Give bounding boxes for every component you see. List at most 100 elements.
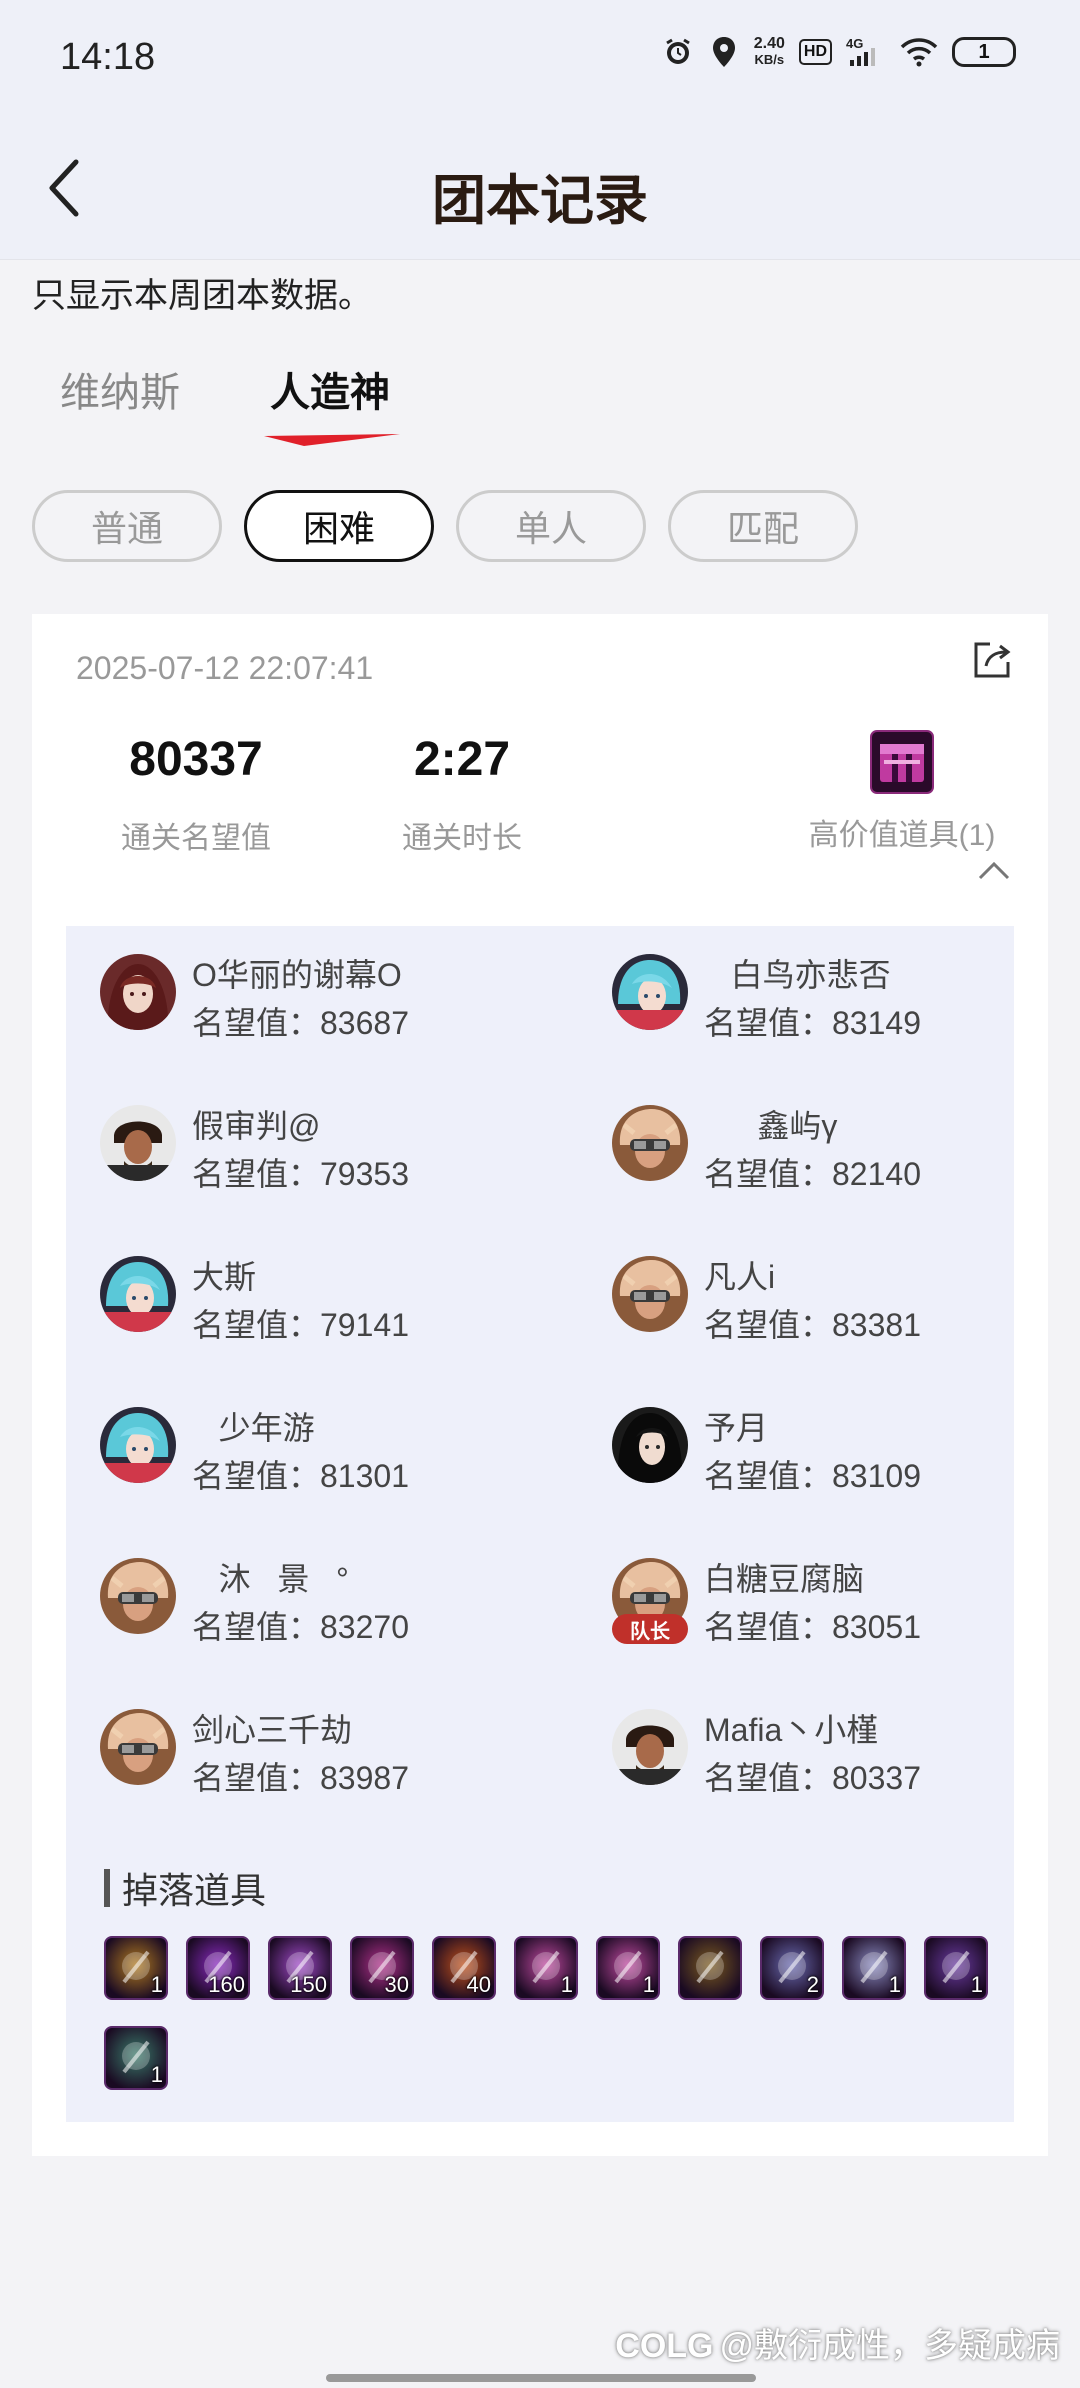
member-item[interactable]: 凡人i 名望值：83381 xyxy=(612,1246,1072,1356)
svg-text:4G: 4G xyxy=(846,36,863,51)
colg-logo: COLG xyxy=(615,2327,714,2365)
member-item[interactable]: 沐 景 ° 名望值：83270 xyxy=(100,1548,560,1658)
green-blade-icon[interactable]: 1 xyxy=(104,2026,168,2090)
member-reputation: 名望值：83149 xyxy=(704,1005,921,1041)
page-title: 团本记录 xyxy=(432,171,648,231)
member-reputation: 名望值：79353 xyxy=(192,1156,409,1192)
drops-section-title: 掉落道具 xyxy=(104,1862,266,1914)
record-datetime: 2025-07-12 22:07:41 xyxy=(76,650,374,686)
member-item[interactable]: O华丽的谢幕O 名望值：83687 xyxy=(100,944,560,1054)
gold-weapon-icon[interactable]: 1 xyxy=(104,1936,168,2000)
member-item[interactable]: 予月 名望值：83109 xyxy=(612,1397,1072,1507)
share-icon[interactable] xyxy=(970,638,1014,682)
team-members-panel: O华丽的谢幕O 名望值：83687 白鸟亦悲否名望值：83149 假审判@ 名望值：7… xyxy=(66,926,1014,2122)
status-bar: 14:18 2.40 KB/s HD 4G 1 xyxy=(0,0,1080,118)
member-reputation: 名望值：79141 xyxy=(192,1307,409,1343)
silver-ring-icon[interactable]: 1 xyxy=(842,1936,906,2000)
drop-count: 1 xyxy=(642,1972,655,1997)
member-reputation: 名望值：81301 xyxy=(192,1458,409,1494)
member-name: 假审判@ xyxy=(192,1108,321,1144)
member-name: Mafia丶小槿 xyxy=(704,1712,879,1748)
location-icon xyxy=(708,36,740,68)
member-reputation: 名望值：83109 xyxy=(704,1458,921,1494)
member-reputation: 名望值：80337 xyxy=(704,1760,921,1796)
member-name: 白鸟亦悲否 xyxy=(704,957,891,993)
member-name: 凡人i xyxy=(704,1259,776,1295)
avatar xyxy=(612,1407,688,1483)
stat-duration: 2:27 通关时长 xyxy=(402,733,522,855)
member-name: 大斯 xyxy=(192,1259,257,1295)
high-value-item-icon xyxy=(870,730,934,794)
collapse-chevron-up-icon[interactable] xyxy=(976,854,1012,890)
hd-icon: HD xyxy=(798,39,832,65)
record-card: 2025-07-12 22:07:41 80337 通关名望值 2:27 通关时… xyxy=(32,614,1048,2156)
member-item[interactable]: 剑心三千劫名望值：83987 xyxy=(100,1699,560,1809)
member-name: 剑心三千劫 xyxy=(192,1712,353,1748)
status-icons: 2.40 KB/s HD 4G 1 xyxy=(662,36,1016,68)
tab-artificial-god[interactable]: 人造神 xyxy=(264,360,400,446)
member-item[interactable]: 白鸟亦悲否名望值：83149 xyxy=(612,944,1072,1054)
tab-underline xyxy=(264,434,400,446)
stat-reputation: 80337 通关名望值 xyxy=(121,733,271,855)
drop-count: 2 xyxy=(806,1972,819,1997)
chip-match[interactable]: 匹配 xyxy=(668,490,858,562)
alarm-icon xyxy=(662,36,694,68)
avatar xyxy=(100,1256,176,1332)
member-reputation: 名望值：82140 xyxy=(704,1156,921,1192)
member-item[interactable]: Mafia丶小槿名望值：80337 xyxy=(612,1699,1072,1809)
member-name: 少年游 xyxy=(192,1410,315,1446)
chip-normal[interactable]: 普通 xyxy=(32,490,222,562)
member-name: O华丽的谢幕O xyxy=(192,957,402,993)
battery-icon: 1 xyxy=(952,37,1016,67)
member-reputation: 名望值：83381 xyxy=(704,1307,921,1343)
nav-bar: 团本记录 xyxy=(0,118,1080,260)
drop-count: 1 xyxy=(560,1972,573,1997)
member-name: 白糖豆腐脑 xyxy=(704,1561,865,1597)
purple-orb-icon[interactable]: 160 xyxy=(186,1936,250,2000)
member-reputation: 名望值：83687 xyxy=(192,1005,409,1041)
member-item[interactable]: 队长 白糖豆腐脑名望值：83051 xyxy=(612,1548,1072,1658)
member-reputation: 名望值：83051 xyxy=(704,1609,921,1645)
member-item[interactable]: 鑫屿γ 名望值：82140 xyxy=(612,1095,1072,1205)
fire-orb-icon[interactable]: 40 xyxy=(432,1936,496,2000)
drop-count: 40 xyxy=(466,1972,491,1997)
drop-count: 1 xyxy=(970,1972,983,1997)
chip-hard[interactable]: 困难 xyxy=(244,490,434,562)
wifi-icon xyxy=(900,36,938,68)
leader-badge: 队长 xyxy=(612,1614,688,1644)
avatar xyxy=(612,1709,688,1785)
signal-icon: 4G xyxy=(846,36,886,68)
purple-crystal-icon[interactable]: 150 xyxy=(268,1936,332,2000)
drop-count: 1 xyxy=(150,2062,163,2087)
drop-count: 1 xyxy=(888,1972,901,1997)
boss-tabs: 维纳斯 人造神 xyxy=(60,360,400,446)
member-item[interactable]: 大斯名望值：79141 xyxy=(100,1246,560,1356)
avatar xyxy=(612,1105,688,1181)
avatar xyxy=(612,954,688,1030)
avatar xyxy=(100,1709,176,1785)
home-indicator[interactable] xyxy=(326,2374,756,2382)
member-name: 沐 景 ° xyxy=(192,1561,349,1597)
status-time: 14:18 xyxy=(60,36,156,78)
member-item[interactable]: 假审判@ 名望值：79353 xyxy=(100,1095,560,1205)
pink-box-icon[interactable]: 1 xyxy=(596,1936,660,2000)
member-reputation: 名望值：83987 xyxy=(192,1760,409,1796)
claw-icon[interactable]: 1 xyxy=(924,1936,988,2000)
boot-icon[interactable]: 2 xyxy=(760,1936,824,2000)
member-item[interactable]: 少年游名望值：81301 xyxy=(100,1397,560,1507)
gold-horn-icon[interactable] xyxy=(678,1936,742,2000)
pink-orb-icon[interactable]: 30 xyxy=(350,1936,414,2000)
avatar xyxy=(100,954,176,1030)
stat-high-value-items[interactable]: 高价值道具(1) xyxy=(762,730,1042,854)
drop-count: 1 xyxy=(150,1972,163,1997)
drop-count: 160 xyxy=(208,1972,245,1997)
drop-count: 30 xyxy=(384,1972,409,1997)
pink-box-icon[interactable]: 1 xyxy=(514,1936,578,2000)
net-speed: 2.40 KB/s xyxy=(753,35,785,68)
avatar xyxy=(100,1558,176,1634)
avatar xyxy=(612,1256,688,1332)
drop-count: 150 xyxy=(290,1972,327,1997)
tab-venus[interactable]: 维纳斯 xyxy=(60,360,180,418)
notice-text: 只显示本周团本数据。 xyxy=(32,277,372,315)
chip-solo[interactable]: 单人 xyxy=(456,490,646,562)
